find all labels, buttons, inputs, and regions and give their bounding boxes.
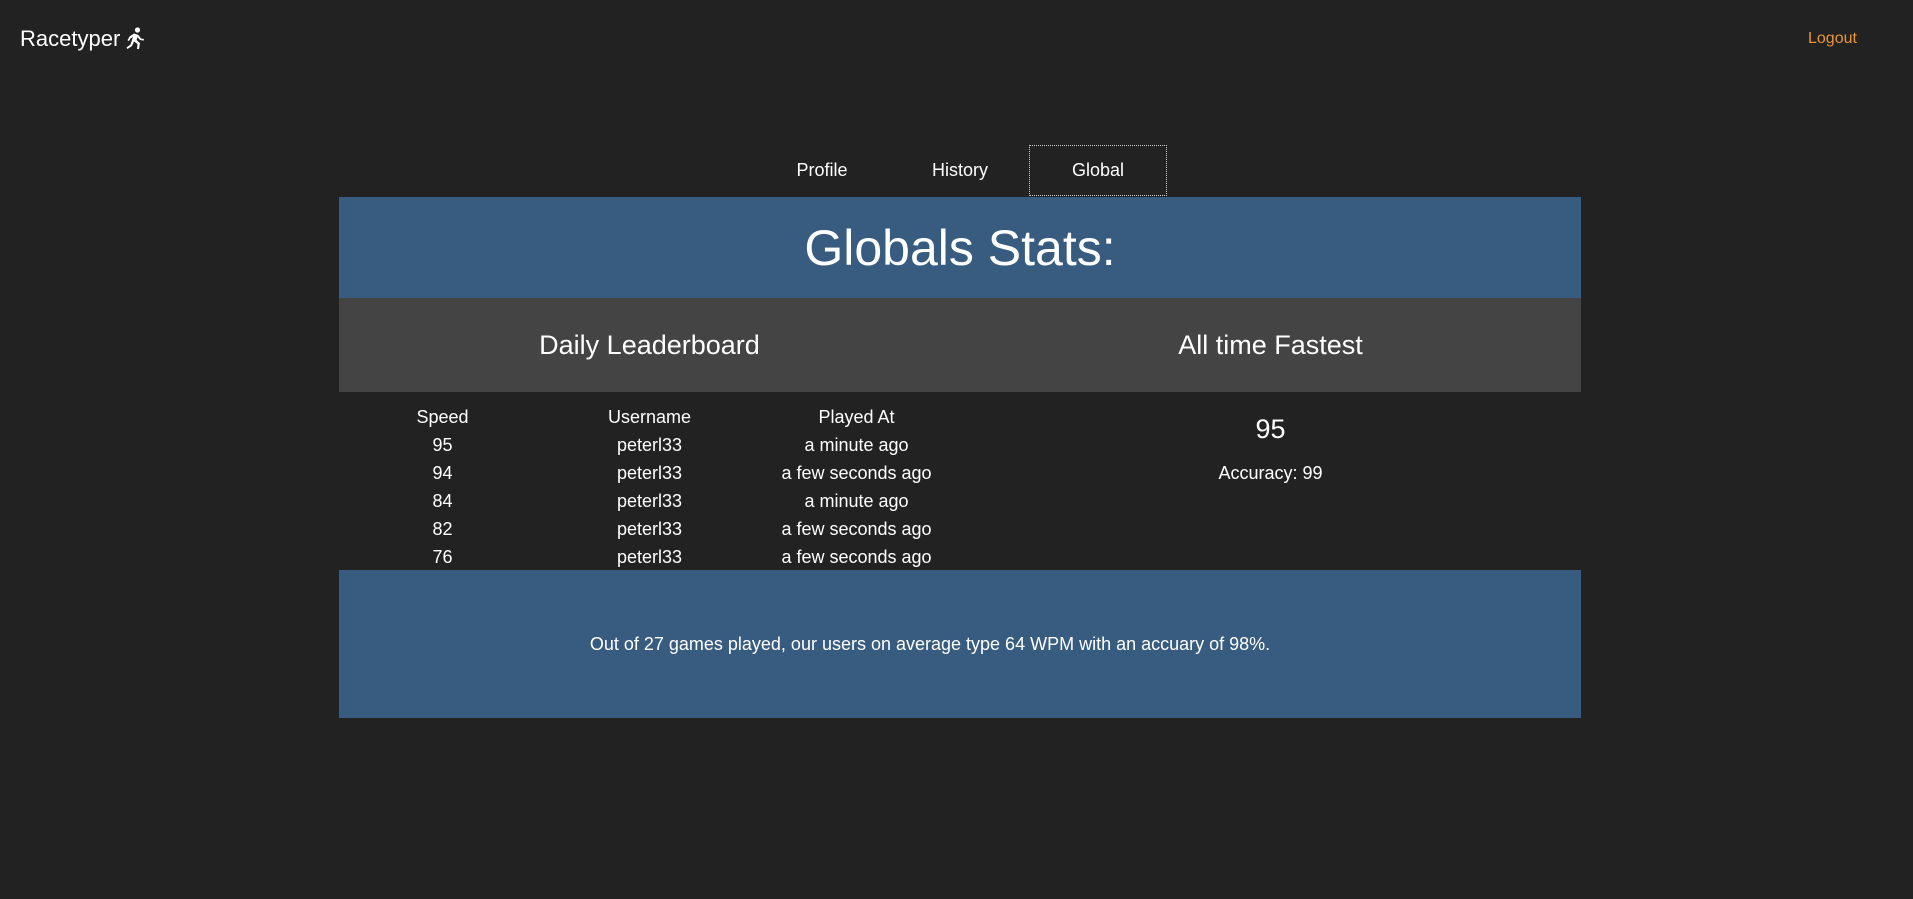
fastest-accuracy: Accuracy: 99 [1218,463,1323,483]
table-header-row: Speed Username Played At [339,403,960,431]
row-speed: 95 [432,434,453,455]
column-header-played-at: Played At [818,406,895,427]
logout-link[interactable]: Logout [1808,30,1857,48]
column-header-username: Username [607,406,692,427]
all-time-fastest-heading: All time Fastest [1178,329,1363,360]
column-header-speed: Speed [416,406,469,427]
row-played-at: a few seconds ago [781,546,932,567]
row-speed: 82 [432,518,453,539]
table-row: 82 peterl33 a few seconds ago [339,515,960,543]
daily-leaderboard-table: Speed Username Played At 95 peterl33 a m… [339,392,960,570]
tab-profile[interactable]: Profile [753,145,891,196]
row-played-at: a few seconds ago [781,462,932,483]
table-row: 76 peterl33 a few seconds ago [339,543,960,571]
stats-body: Speed Username Played At 95 peterl33 a m… [339,392,1581,570]
all-time-fastest-card: 95 Accuracy: 99 [960,392,1581,570]
summary-text: Out of 27 games played, our users on ave… [589,633,1271,654]
section-headers: Daily Leaderboard All time Fastest [339,298,1581,392]
row-speed: 94 [432,462,453,483]
row-played-at: a few seconds ago [781,518,932,539]
summary-banner: Out of 27 games played, our users on ave… [339,570,1581,718]
table-row: 94 peterl33 a few seconds ago [339,459,960,487]
row-username: peterl33 [616,518,683,539]
row-username: peterl33 [616,490,683,511]
tab-global[interactable]: Global [1029,145,1167,196]
row-speed: 84 [432,490,453,511]
top-navbar: Racetyper Logout [0,0,1913,80]
page-title: Globals Stats: [339,197,1581,298]
brand-name: Racetyper [20,26,121,51]
row-played-at: a minute ago [804,434,909,455]
row-username: peterl33 [616,434,683,455]
brand-link[interactable]: Racetyper [20,26,145,52]
table-row: 84 peterl33 a minute ago [339,487,960,515]
running-person-icon [126,27,145,49]
global-stats-panel: Globals Stats: Daily Leaderboard All tim… [339,197,1581,718]
table-row: 95 peterl33 a minute ago [339,431,960,459]
row-played-at: a minute ago [804,490,909,511]
row-speed: 76 [432,546,453,567]
row-username: peterl33 [616,462,683,483]
tab-history[interactable]: History [891,145,1029,196]
stats-tabs: Profile History Global [753,145,1167,196]
fastest-speed-value: 95 [1255,414,1286,444]
daily-leaderboard-heading: Daily Leaderboard [539,329,760,360]
row-username: peterl33 [616,546,683,567]
